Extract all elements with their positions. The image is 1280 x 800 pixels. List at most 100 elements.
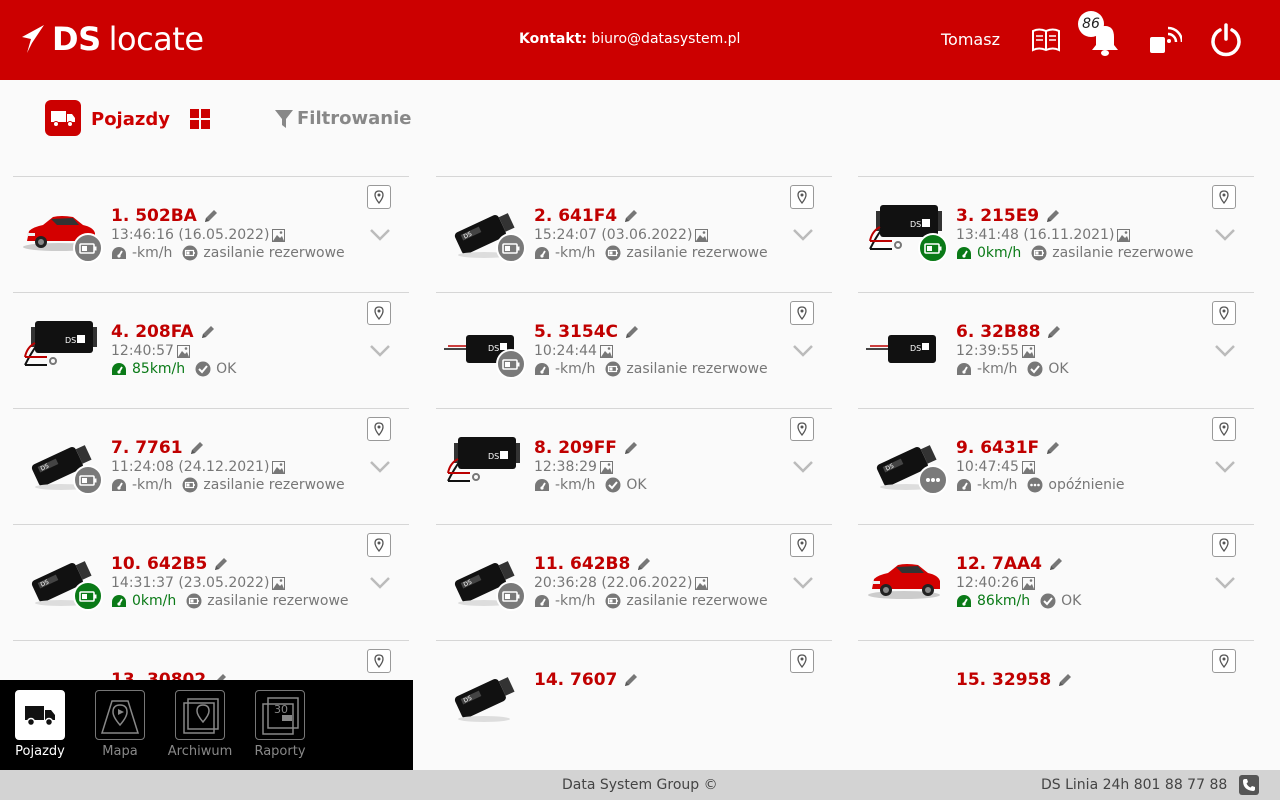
photo-icon[interactable] bbox=[695, 576, 709, 590]
edit-pencil-icon[interactable] bbox=[1045, 440, 1061, 456]
expand-button[interactable] bbox=[369, 227, 391, 241]
pin-button[interactable] bbox=[790, 533, 814, 557]
expand-button[interactable] bbox=[369, 575, 391, 589]
expand-button[interactable] bbox=[1214, 459, 1236, 473]
nav-map[interactable]: Mapa bbox=[85, 690, 155, 759]
pin-button[interactable] bbox=[790, 185, 814, 209]
photo-icon[interactable] bbox=[1117, 228, 1131, 242]
vehicle-card[interactable]: 15. 32958 bbox=[858, 640, 1254, 756]
photo-icon[interactable] bbox=[272, 576, 286, 590]
vehicle-card[interactable]: DS 5. 3154C 10:24:44 -km/h zasilanie rezerwo… bbox=[436, 292, 832, 408]
vehicle-card[interactable]: DS 3. 215E9 13:41:48 (16.11.2021) 0km/h zasi… bbox=[858, 176, 1254, 292]
expand-button[interactable] bbox=[369, 343, 391, 357]
pin-button[interactable] bbox=[1212, 533, 1236, 557]
pin-button[interactable] bbox=[367, 417, 391, 441]
grid-view-icon[interactable] bbox=[190, 109, 210, 129]
pin-button[interactable] bbox=[367, 185, 391, 209]
nav-archive[interactable]: Archiwum bbox=[165, 690, 235, 759]
expand-button[interactable] bbox=[792, 343, 814, 357]
vehicle-title[interactable]: 9. 6431F bbox=[956, 438, 1039, 458]
vehicle-title[interactable]: 10. 642B5 bbox=[111, 554, 207, 574]
pin-button[interactable] bbox=[1212, 185, 1236, 209]
edit-pencil-icon[interactable] bbox=[1046, 324, 1062, 340]
notification-count-badge[interactable]: 86 bbox=[1078, 11, 1104, 37]
edit-pencil-icon[interactable] bbox=[623, 208, 639, 224]
pin-button[interactable] bbox=[1212, 417, 1236, 441]
edit-pencil-icon[interactable] bbox=[200, 324, 216, 340]
vehicle-card[interactable]: DS 10. 642B5 14:31:37 (23.05.2022) 0km/h zas… bbox=[13, 524, 409, 640]
photo-icon[interactable] bbox=[695, 228, 709, 242]
photo-icon[interactable] bbox=[599, 460, 613, 474]
expand-button[interactable] bbox=[1214, 575, 1236, 589]
vehicle-thumbnail[interactable]: DS bbox=[866, 313, 944, 385]
vehicle-thumbnail[interactable]: DS bbox=[444, 661, 522, 733]
vehicle-thumbnail[interactable]: DS bbox=[866, 429, 948, 501]
pin-button[interactable] bbox=[1212, 301, 1236, 325]
pin-button[interactable] bbox=[790, 301, 814, 325]
expand-button[interactable] bbox=[792, 227, 814, 241]
pin-button[interactable] bbox=[367, 301, 391, 325]
vehicle-thumbnail[interactable]: DS bbox=[21, 429, 103, 501]
pin-button[interactable] bbox=[790, 417, 814, 441]
edit-pencil-icon[interactable] bbox=[1057, 672, 1073, 688]
vehicle-thumbnail[interactable]: DS bbox=[444, 429, 522, 501]
vehicle-title[interactable]: 6. 32B88 bbox=[956, 322, 1040, 342]
photo-icon[interactable] bbox=[1021, 344, 1035, 358]
photo-icon[interactable] bbox=[1021, 576, 1035, 590]
edit-pencil-icon[interactable] bbox=[213, 556, 229, 572]
vehicle-thumbnail[interactable] bbox=[866, 545, 944, 617]
contact-email[interactable]: biuro@datasystem.pl bbox=[591, 31, 740, 47]
nav-vehicles[interactable]: Pojazdy bbox=[5, 690, 75, 759]
vehicle-card[interactable]: DS 11. 642B8 20:36:28 (22.06.2022) -km/h zas… bbox=[436, 524, 832, 640]
vehicle-title[interactable]: 4. 208FA bbox=[111, 322, 194, 342]
photo-icon[interactable] bbox=[272, 228, 286, 242]
photo-icon[interactable] bbox=[1021, 460, 1035, 474]
vehicle-title[interactable]: 14. 7607 bbox=[534, 670, 617, 690]
photo-icon[interactable] bbox=[176, 344, 190, 358]
vehicles-view-button[interactable] bbox=[45, 100, 81, 136]
edit-pencil-icon[interactable] bbox=[189, 440, 205, 456]
pin-button[interactable] bbox=[1212, 649, 1236, 673]
vehicle-title[interactable]: 3. 215E9 bbox=[956, 206, 1039, 226]
vehicle-title[interactable]: 8. 209FF bbox=[534, 438, 617, 458]
vehicle-card[interactable]: 12. 7AA4 12:40:26 86km/h OK bbox=[858, 524, 1254, 640]
vehicle-thumbnail[interactable] bbox=[866, 661, 944, 733]
vehicle-thumbnail[interactable] bbox=[21, 197, 103, 269]
vehicle-title[interactable]: 7. 7761 bbox=[111, 438, 183, 458]
vehicle-thumbnail[interactable]: DS bbox=[444, 313, 526, 385]
expand-button[interactable] bbox=[792, 575, 814, 589]
filter-button[interactable]: Filtrowanie bbox=[275, 108, 411, 129]
expand-button[interactable] bbox=[792, 459, 814, 473]
vehicle-card[interactable]: DS 6. 32B88 12:39:55 -km/h OK bbox=[858, 292, 1254, 408]
pin-button[interactable] bbox=[367, 649, 391, 673]
vehicle-title[interactable]: 5. 3154C bbox=[534, 322, 618, 342]
vehicle-thumbnail[interactable]: DS bbox=[444, 197, 526, 269]
edit-pencil-icon[interactable] bbox=[203, 208, 219, 224]
vehicle-card[interactable]: DS 14. 7607 bbox=[436, 640, 832, 756]
user-name[interactable]: Tomasz bbox=[941, 30, 1000, 49]
vehicle-card[interactable]: 1. 502BA 13:46:16 (16.05.2022) -km/h zasila… bbox=[13, 176, 409, 292]
edit-pencil-icon[interactable] bbox=[636, 556, 652, 572]
vehicle-thumbnail[interactable]: DS bbox=[444, 545, 526, 617]
vehicle-title[interactable]: 15. 32958 bbox=[956, 670, 1051, 690]
photo-icon[interactable] bbox=[272, 460, 286, 474]
edit-pencil-icon[interactable] bbox=[624, 324, 640, 340]
manual-button[interactable] bbox=[1030, 20, 1062, 60]
vehicle-card[interactable]: DS 8. 209FF 12:38:29 -km/h OK bbox=[436, 408, 832, 524]
photo-icon[interactable] bbox=[599, 344, 613, 358]
vehicle-card[interactable]: DS 2. 641F4 15:24:07 (03.06.2022) -km/h zasi… bbox=[436, 176, 832, 292]
edit-pencil-icon[interactable] bbox=[1045, 208, 1061, 224]
vehicle-thumbnail[interactable]: DS bbox=[866, 197, 948, 269]
phone-button[interactable] bbox=[1239, 775, 1259, 795]
expand-button[interactable] bbox=[369, 459, 391, 473]
nav-reports[interactable]: 30 Raporty bbox=[245, 690, 315, 759]
pin-button[interactable] bbox=[790, 649, 814, 673]
edit-pencil-icon[interactable] bbox=[623, 440, 639, 456]
vehicle-title[interactable]: 1. 502BA bbox=[111, 206, 197, 226]
expand-button[interactable] bbox=[1214, 227, 1236, 241]
vehicles-view-label[interactable]: Pojazdy bbox=[91, 109, 170, 130]
vehicle-title[interactable]: 11. 642B8 bbox=[534, 554, 630, 574]
logout-button[interactable] bbox=[1208, 20, 1244, 60]
vehicle-thumbnail[interactable]: DS bbox=[21, 313, 99, 385]
device-status-button[interactable] bbox=[1148, 20, 1182, 60]
